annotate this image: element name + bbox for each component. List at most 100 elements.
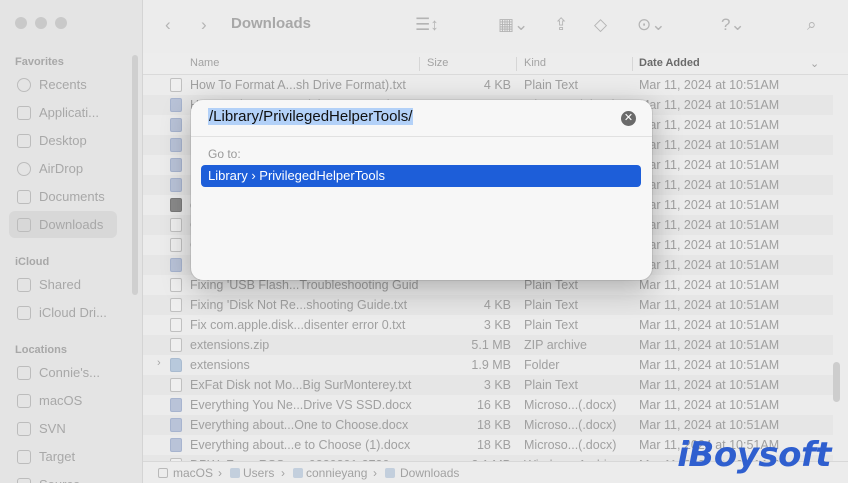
path-input-selection: /Library/PrivilegedHelperTools/ <box>208 108 414 125</box>
file-date-added: Mar 11, 2024 at 10:51AM <box>639 158 780 172</box>
column-divider[interactable] <box>516 57 517 71</box>
column-divider[interactable] <box>419 57 420 71</box>
sidebar-item-label: Source <box>39 477 80 483</box>
sidebar-item-applicati[interactable]: Applicati... <box>9 99 117 126</box>
sidebar: Favorites Recents Applicati... Desktop AirD… <box>0 0 143 483</box>
chevron-left-icon[interactable]: ‹ <box>165 15 171 35</box>
sidebar-item-airdrop[interactable]: AirDrop <box>9 155 117 182</box>
file-size: 3 KB <box>483 318 511 332</box>
tag-icon[interactable]: ◇ <box>594 15 607 35</box>
disk-icon <box>17 421 31 436</box>
cloud-icon <box>17 305 31 320</box>
grid-view-icon[interactable]: ▦⌄ <box>498 15 528 35</box>
file-list-scrollbar[interactable] <box>833 362 840 402</box>
share-icon[interactable]: ⇪ <box>554 15 568 35</box>
help-icon[interactable]: ?⌄ <box>721 15 745 35</box>
file-name: Fixing 'Disk Not Re...shooting Guide.txt <box>190 298 408 312</box>
sidebar-item-connie-s[interactable]: Connie's... <box>9 359 117 386</box>
file-date-added: Mar 11, 2024 at 10:51AM <box>639 318 780 332</box>
file-size: 1.9 MB <box>471 358 511 372</box>
path-item[interactable]: Users <box>243 466 274 480</box>
minimize-window-button[interactable] <box>35 17 47 29</box>
table-row[interactable]: How To Format A...sh Drive Format).txt 4 … <box>143 75 833 95</box>
column-divider[interactable] <box>632 57 633 71</box>
table-row[interactable]: Everything You Ne...Drive VS SSD.docx 16 … <box>143 395 833 415</box>
sidebar-item-label: Connie's... <box>39 365 101 380</box>
sidebar-item-source[interactable]: Source <box>9 471 117 483</box>
dialog-divider <box>191 136 652 137</box>
path-separator: › <box>281 466 285 480</box>
file-date-added: Mar 11, 2024 at 10:51AM <box>639 378 780 392</box>
sidebar-item-label: Target <box>39 449 76 464</box>
table-row[interactable]: Fix com.apple.disk...disenter error 0.tx… <box>143 315 833 335</box>
clear-icon[interactable]: ✕ <box>621 111 636 126</box>
sidebar-item-desktop[interactable]: Desktop <box>9 127 117 154</box>
file-date-added: Mar 11, 2024 at 10:51AM <box>639 358 780 372</box>
chevron-right-icon[interactable]: › <box>201 15 207 35</box>
file-date-added: Mar 11, 2024 at 10:51AM <box>639 138 780 152</box>
search-icon[interactable]: ⌕ <box>807 15 817 35</box>
disk-icon <box>17 449 31 464</box>
go-to-folder-dialog: /Library/PrivilegedHelperTools/ ✕ Go to:… <box>191 100 652 280</box>
word-document-icon <box>170 398 182 412</box>
more-icon[interactable]: ⊙⌄ <box>637 15 666 35</box>
path-item[interactable]: Downloads <box>400 466 459 480</box>
file-date-added: Mar 11, 2024 at 10:51AM <box>639 418 780 432</box>
sidebar-item-label: SVN <box>39 421 66 436</box>
path-item[interactable]: macOS <box>173 466 213 480</box>
file-icon <box>170 278 182 292</box>
file-date-added: Mar 11, 2024 at 10:51AM <box>639 78 780 92</box>
sort-chevron-icon[interactable]: ⌄ <box>810 57 819 70</box>
file-kind: Folder <box>524 358 560 372</box>
sidebar-item-macos[interactable]: macOS <box>9 387 117 414</box>
sidebar-item-svn[interactable]: SVN <box>9 415 117 442</box>
file-size: 4 KB <box>483 298 511 312</box>
sidebar-item-label: Recents <box>39 77 87 92</box>
file-kind: Microso...(.docx) <box>524 438 617 452</box>
disclosure-chevron-icon[interactable]: › <box>157 357 161 369</box>
table-row[interactable]: extensions.zip 5.1 MB ZIP archive Mar 11, 2… <box>143 335 833 355</box>
home-icon <box>293 468 303 478</box>
column-size[interactable]: Size <box>427 57 448 69</box>
table-row[interactable]: Fixing 'Disk Not Re...shooting Guide.txt… <box>143 295 833 315</box>
sidebar-item-shared[interactable]: Shared <box>9 271 117 298</box>
file-size: 4 KB <box>483 78 511 92</box>
file-date-added: Mar 11, 2024 at 10:51AM <box>639 198 780 212</box>
window-title: Downloads <box>231 15 312 32</box>
file-kind: Plain Text <box>524 378 578 392</box>
sidebar-item-recents[interactable]: Recents <box>9 71 117 98</box>
sidebar-scrollbar[interactable] <box>132 55 138 295</box>
word-document-icon <box>170 98 182 112</box>
file-date-added: Mar 11, 2024 at 10:51AM <box>639 398 780 412</box>
sidebar-item-documents[interactable]: Documents <box>9 183 117 210</box>
list-view-icon[interactable]: ☰↕ <box>415 15 439 35</box>
path-suggestion[interactable]: Library › PrivilegedHelperTools <box>201 165 641 187</box>
zoom-window-button[interactable] <box>55 17 67 29</box>
path-item[interactable]: connieyang <box>306 466 367 480</box>
close-window-button[interactable] <box>15 17 27 29</box>
file-icon <box>170 238 182 252</box>
go-to-path-input[interactable]: /Library/PrivilegedHelperTools/ <box>208 108 608 130</box>
sidebar-item-icloud-dri[interactable]: iCloud Dri... <box>9 299 117 326</box>
shared-folder-icon <box>17 277 31 292</box>
column-name[interactable]: Name <box>190 57 219 69</box>
file-name: ExFat Disk not Mo...Big SurMonterey.txt <box>190 378 412 392</box>
column-date-added[interactable]: Date Added <box>639 57 700 69</box>
folder-icon <box>230 468 240 478</box>
word-document-icon <box>170 258 182 272</box>
table-row[interactable]: › extensions 1.9 MB Folder Mar 11, 2024 at 1… <box>143 355 833 375</box>
word-document-icon <box>170 438 182 452</box>
sidebar-item-target[interactable]: Target <box>9 443 117 470</box>
sidebar-item-label: Desktop <box>39 133 87 148</box>
file-size: 18 KB <box>476 438 511 452</box>
table-row[interactable]: ExFat Disk not Mo...Big SurMonterey.txt 3… <box>143 375 833 395</box>
sidebar-item-downloads[interactable]: Downloads <box>9 211 117 238</box>
disk-icon <box>158 468 168 478</box>
file-name: Fixing 'USB Flash...Troubleshooting Guid… <box>190 278 418 292</box>
table-row[interactable]: Everything about...One to Choose.docx 18 … <box>143 415 833 435</box>
desktop-icon <box>17 133 31 148</box>
file-date-added: Mar 11, 2024 at 10:51AM <box>639 298 780 312</box>
file-date-added: Mar 11, 2024 at 10:51AM <box>639 118 780 132</box>
sidebar-item-label: Downloads <box>39 217 104 232</box>
column-kind[interactable]: Kind <box>524 57 546 69</box>
